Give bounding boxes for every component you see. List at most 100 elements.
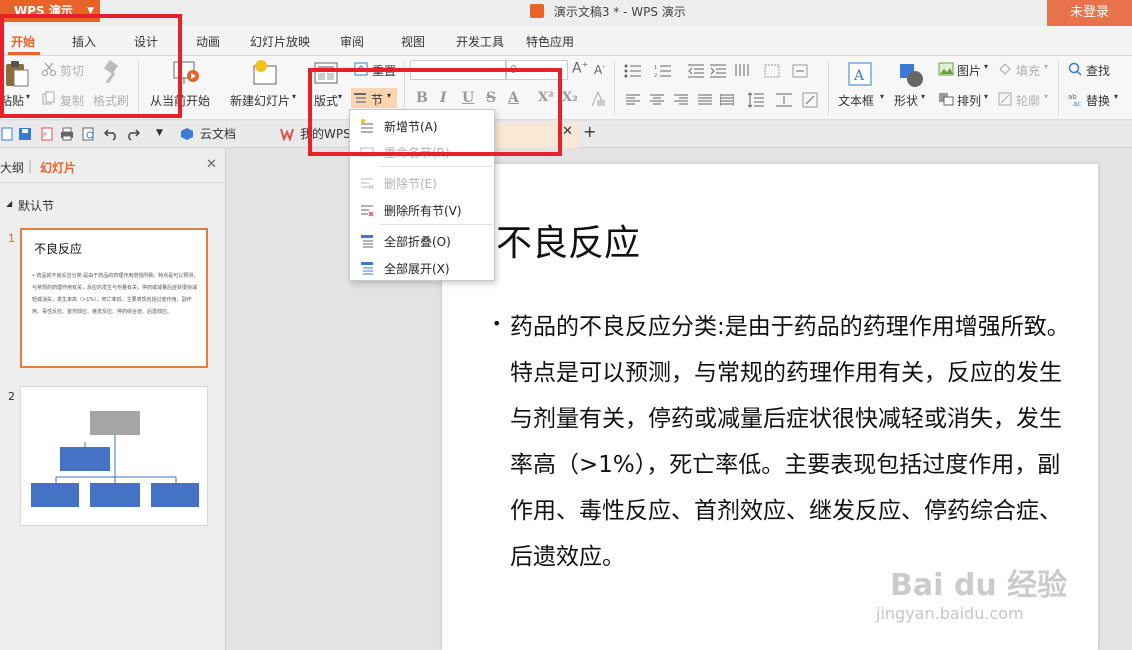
replace-icon: abac: [1068, 93, 1081, 106]
chevron-down-icon[interactable]: ▾: [880, 92, 884, 101]
diagram-box: [60, 447, 110, 471]
export-pdf-icon[interactable]: P: [40, 127, 54, 141]
chevron-down-icon[interactable]: ▾: [1044, 62, 1048, 71]
line-spacing-icon[interactable]: [748, 92, 764, 108]
slide-number: 2: [8, 390, 15, 403]
new-file-icon[interactable]: [0, 127, 14, 141]
print-preview-icon[interactable]: [82, 127, 96, 141]
replace-button[interactable]: 替换: [1086, 92, 1110, 109]
tab-animation[interactable]: 动画: [196, 33, 220, 50]
menu-item-delete-section[interactable]: 删除节(E): [350, 169, 494, 195]
save-icon[interactable]: [18, 127, 32, 141]
shrink-font-icon[interactable]: A-: [594, 62, 605, 77]
tab-divider: |: [28, 159, 33, 173]
tab-slideshow[interactable]: 幻灯片放映: [250, 33, 310, 50]
picture-button[interactable]: 图片: [957, 62, 981, 79]
slide-thumbnail[interactable]: 不良反应 • 药品的不良反应分类:是由于药品的药理作用增强所致。特点是可以预测，…: [20, 228, 208, 368]
chevron-down-icon[interactable]: ▾: [1114, 92, 1118, 101]
expand-all-icon: [361, 262, 373, 275]
align-text-icon[interactable]: [792, 64, 808, 78]
chevron-down-icon[interactable]: ▾: [984, 92, 988, 101]
close-panel-icon[interactable]: ✕: [206, 157, 217, 172]
numbered-list-icon[interactable]: 12: [654, 64, 672, 78]
divider: [380, 224, 492, 225]
bullet-list-icon[interactable]: [624, 64, 642, 78]
slide-title[interactable]: 不良反应: [496, 214, 640, 266]
tab-view[interactable]: 视图: [401, 33, 425, 50]
new-tab-icon[interactable]: +: [583, 122, 596, 141]
tab-cloud-docs[interactable]: 云文档: [200, 125, 236, 142]
collapse-all-icon: [361, 235, 373, 248]
chevron-down-icon[interactable]: ▼: [156, 128, 163, 138]
tab-slides[interactable]: 幻灯片: [40, 159, 76, 176]
watermark: Bai du 经验 jingyan.baidu.com: [870, 552, 1090, 632]
subscript-button[interactable]: X₂: [562, 90, 578, 105]
shape-button[interactable]: 形状: [894, 92, 918, 109]
find-button[interactable]: 查找: [1086, 62, 1110, 79]
chevron-down-icon[interactable]: ▾: [984, 62, 988, 71]
chevron-down-icon[interactable]: ▾: [921, 92, 925, 101]
redo-icon[interactable]: [126, 127, 140, 141]
divider: [828, 60, 829, 116]
slide-number: 1: [8, 232, 15, 245]
clear-format-icon[interactable]: [590, 90, 606, 108]
delete-all-sections-icon: [361, 205, 374, 217]
new-slide-button[interactable]: 新建幻灯片: [230, 92, 290, 109]
paragraph-spacing-icon[interactable]: [776, 92, 792, 108]
undo-icon[interactable]: [104, 127, 118, 141]
svg-text:P: P: [43, 132, 47, 139]
slides-panel: 大纲 | 幻灯片 ✕ ◢ 默认节 1 不良反应 • 药品的不良反应分类:是由于药…: [0, 148, 226, 650]
align-center-icon[interactable]: [650, 94, 664, 106]
slide-body-text[interactable]: 药品的不良反应分类:是由于药品的药理作用增强所致。特点是可以预测，与常规的药理作…: [510, 304, 1070, 580]
justify-icon[interactable]: [698, 94, 712, 106]
diagram-box: [90, 411, 140, 435]
distributed-icon[interactable]: [720, 94, 734, 106]
new-slide-icon: [253, 60, 277, 85]
menu-item-expand-all[interactable]: 全部展开(X): [350, 254, 494, 280]
increase-indent-icon[interactable]: [710, 64, 726, 78]
arrange-button[interactable]: 排列: [957, 92, 981, 109]
close-tab-icon[interactable]: ✕: [562, 124, 573, 139]
divider: [380, 166, 492, 167]
login-button[interactable]: 未登录: [1047, 0, 1132, 26]
chevron-down-icon[interactable]: ▾: [292, 92, 296, 101]
tab-developer[interactable]: 开发工具: [456, 33, 504, 50]
paragraph-dialog-icon[interactable]: [802, 92, 818, 108]
diagram-box: [90, 483, 140, 507]
align-right-icon[interactable]: [674, 94, 688, 106]
menu-item-delete-all-sections[interactable]: 删除所有节(V): [350, 196, 494, 222]
align-left-icon[interactable]: [626, 94, 640, 106]
decrease-indent-icon[interactable]: [688, 64, 704, 78]
fill-button[interactable]: 填充: [1016, 62, 1040, 79]
delete-section-icon: [361, 178, 374, 190]
divider: [1058, 60, 1059, 116]
menu-item-collapse-all[interactable]: 全部折叠(O): [350, 227, 494, 253]
tab-outline[interactable]: 大纲: [0, 159, 24, 176]
outline-button[interactable]: 轮廓: [1016, 92, 1040, 109]
arrange-icon: [939, 93, 954, 106]
thumbnail-body: • 药品的不良反应分类:是由于药品的药理作用增强所致。特点是可以预测，与常规的药…: [32, 273, 199, 315]
section-header[interactable]: ◢ 默认节: [6, 197, 54, 214]
thumbnail-title: 不良反应: [34, 242, 83, 256]
svg-text:A: A: [853, 68, 865, 84]
svg-text:2: 2: [654, 73, 657, 78]
slide-thumbnail[interactable]: [20, 386, 208, 526]
print-icon[interactable]: [60, 127, 74, 141]
chevron-down-icon[interactable]: ▾: [1044, 92, 1048, 101]
textbox-button[interactable]: 文本框: [838, 92, 874, 109]
grow-font-icon[interactable]: A+: [572, 60, 588, 77]
collapse-triangle-icon[interactable]: ◢: [6, 199, 12, 208]
fill-icon: [999, 63, 1011, 75]
highlight-box: [308, 68, 562, 156]
diagram-box: [151, 483, 199, 507]
menu-item-label: 删除节(E): [384, 177, 437, 191]
columns-icon[interactable]: [734, 62, 754, 78]
tab-special[interactable]: 特色应用: [526, 33, 574, 50]
divider: [614, 60, 615, 116]
diagram-box: [31, 483, 79, 507]
tab-review[interactable]: 审阅: [340, 33, 364, 50]
text-direction-icon[interactable]: [764, 64, 780, 78]
picture-icon: [938, 62, 954, 76]
find-icon: [1068, 62, 1082, 76]
textbox-icon: A: [848, 62, 872, 86]
